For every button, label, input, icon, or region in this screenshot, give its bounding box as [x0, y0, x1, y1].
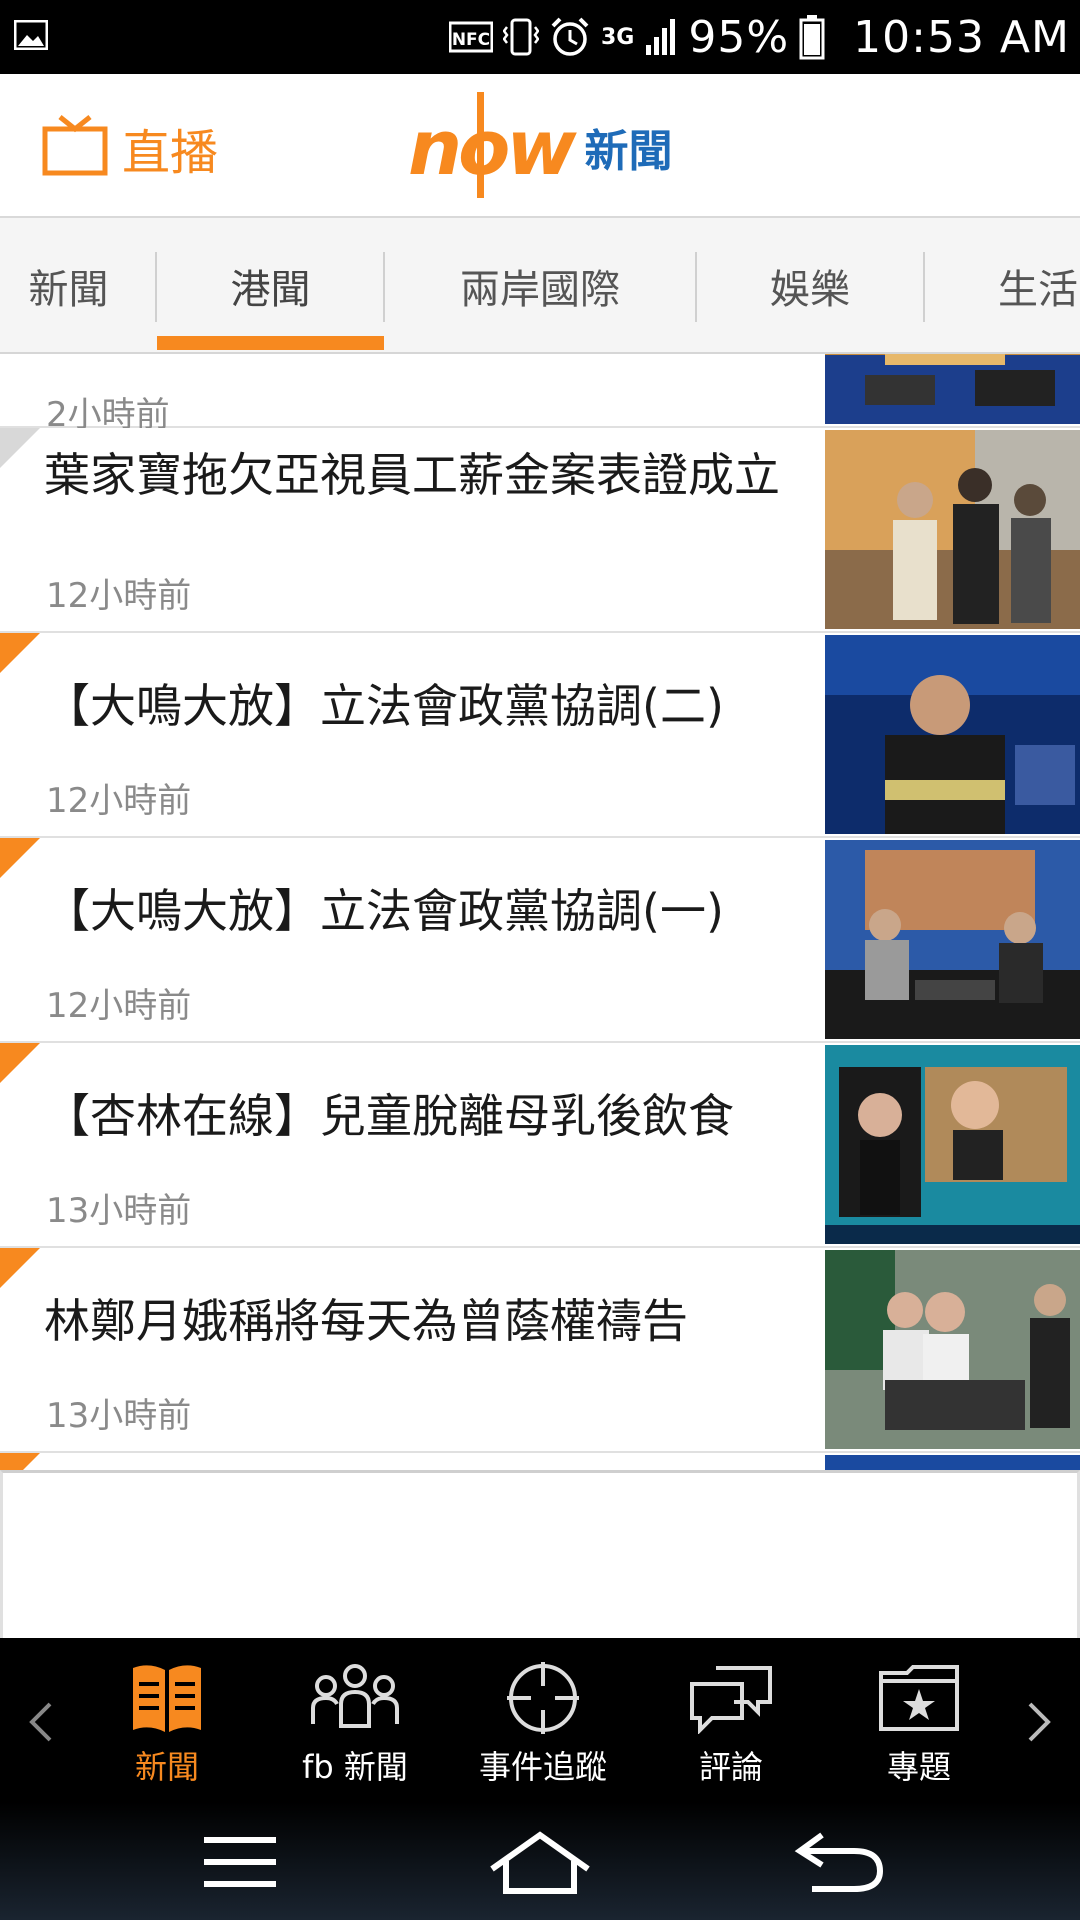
app-header: 直播 now 新聞	[0, 74, 1080, 218]
row-corner-marker	[0, 1043, 40, 1083]
tab-label: 兩岸國際	[460, 267, 620, 313]
nav-event-tracking[interactable]: 事件追蹤	[458, 1658, 628, 1788]
article-thumbnail	[825, 430, 1080, 629]
article-title: 林鄭月娥稱將每天為曾蔭權禱告	[44, 1294, 688, 1348]
nfc-icon: NFC	[448, 20, 493, 54]
status-icons: NFC 3G 95% 10:53 AM	[448, 0, 1070, 74]
article-time: 13小時前	[46, 1191, 192, 1231]
logo-crosshair-mark	[477, 92, 484, 198]
crosshair-icon	[505, 1658, 581, 1738]
book-icon	[129, 1658, 205, 1738]
list-item[interactable]: 【大鳴大放】立法會政黨協調(二) 12小時前	[0, 633, 1080, 838]
article-thumbnail	[825, 1455, 1080, 1470]
scroll-left-icon[interactable]	[26, 1694, 56, 1757]
article-time: 13小時前	[46, 1396, 192, 1436]
signal-icon	[644, 17, 678, 57]
article-thumbnail	[825, 1250, 1080, 1449]
chat-bubbles-icon	[686, 1658, 776, 1738]
people-icon	[308, 1658, 402, 1738]
tab-divider	[923, 252, 925, 322]
tab-label: 新聞	[28, 267, 109, 313]
menu-icon[interactable]	[180, 1824, 300, 1900]
star-folder-icon	[877, 1658, 961, 1738]
tab-label: 港聞	[230, 267, 311, 313]
nav-comments[interactable]: 評論	[646, 1658, 816, 1788]
tab-label: 娛樂	[770, 267, 850, 313]
article-title: 【大鳴大放】立法會政黨協調(二)	[44, 679, 724, 733]
article-time: 12小時前	[46, 986, 192, 1026]
tab-lifestyle[interactable]: 生活	[960, 218, 1080, 352]
tab-label: 生活	[998, 267, 1078, 313]
clock: 10:53 AM	[853, 11, 1070, 63]
back-icon[interactable]	[780, 1824, 900, 1900]
live-button[interactable]: 直播	[42, 108, 218, 188]
list-item[interactable]: 2小時前	[0, 354, 1080, 435]
nav-label: fb 新聞	[302, 1748, 408, 1786]
article-time: 12小時前	[46, 576, 192, 616]
system-nav-bar	[0, 1802, 1080, 1920]
tab-entertainment[interactable]: 娛樂	[697, 218, 923, 352]
row-corner-marker	[0, 633, 40, 673]
app-screen: NFC 3G 95% 10:53 AM 直播 now 新聞 新聞 港聞 兩岸國際…	[0, 0, 1080, 1920]
article-list: 2小時前 葉家寶拖欠亞視員工薪金案表證成立 12小時前 【大鳴大放】立法會政黨協…	[0, 354, 1080, 1470]
tab-cross-strait-intl[interactable]: 兩岸國際	[385, 218, 695, 352]
nav-fb-news[interactable]: fb 新聞	[270, 1658, 440, 1788]
article-title: 【杏林在線】兒童脫離母乳後飲食	[44, 1089, 734, 1143]
category-tabs: 新聞 港聞 兩岸國際 娛樂 生活	[0, 218, 1080, 354]
list-item[interactable]	[0, 1453, 1080, 1470]
nfc-label: NFC	[452, 30, 490, 50]
bottom-nav: 新聞 fb 新聞 事件追蹤 評論 專題	[0, 1638, 1080, 1802]
list-item[interactable]: 葉家寶拖欠亞視員工薪金案表證成立 12小時前	[0, 428, 1080, 633]
nav-label: 事件追蹤	[478, 1748, 607, 1786]
alarm-icon	[549, 16, 591, 58]
home-icon[interactable]	[480, 1824, 600, 1900]
article-thumbnail	[825, 840, 1080, 1039]
article-thumbnail	[825, 635, 1080, 834]
tab-news[interactable]: 新聞	[0, 218, 157, 352]
list-item[interactable]: 【大鳴大放】立法會政黨協調(一) 12小時前	[0, 838, 1080, 1043]
nav-label: 評論	[698, 1748, 763, 1786]
row-corner-marker	[0, 838, 40, 878]
live-label: 直播	[122, 125, 219, 181]
logo-brand: now	[408, 102, 577, 192]
article-thumbnail	[825, 1045, 1080, 1244]
battery-icon	[799, 14, 825, 60]
logo-text: 新聞	[584, 126, 673, 177]
nav-features[interactable]: 專題	[834, 1658, 1004, 1788]
list-item[interactable]: 林鄭月娥稱將每天為曾蔭權禱告 13小時前	[0, 1248, 1080, 1453]
gallery-notification-icon	[13, 19, 49, 54]
active-tab-indicator	[157, 336, 384, 350]
tab-hk-news[interactable]: 港聞	[157, 218, 384, 352]
scroll-right-icon[interactable]	[1024, 1694, 1054, 1757]
network-type: 3G	[600, 24, 635, 50]
article-time: 12小時前	[46, 781, 192, 821]
article-title: 【大鳴大放】立法會政黨協調(一)	[44, 884, 724, 938]
tv-icon	[42, 115, 108, 181]
article-title: 葉家寶拖欠亞視員工薪金案表證成立	[44, 448, 780, 502]
list-item[interactable]: 【杏林在線】兒童脫離母乳後飲食 13小時前	[0, 1043, 1080, 1248]
ad-banner[interactable]	[0, 1470, 1080, 1638]
status-bar: NFC 3G 95% 10:53 AM	[0, 0, 1080, 74]
row-corner-marker	[0, 1248, 40, 1288]
row-corner-marker	[0, 428, 40, 468]
vibrate-icon	[502, 17, 539, 57]
battery-percent: 95%	[688, 11, 790, 63]
article-thumbnail	[825, 354, 1080, 424]
nav-news[interactable]: 新聞	[82, 1658, 252, 1788]
nav-label: 專題	[886, 1748, 951, 1786]
row-corner-marker	[0, 1453, 40, 1470]
nav-label: 新聞	[134, 1748, 199, 1786]
now-news-logo: now 新聞	[408, 92, 673, 202]
